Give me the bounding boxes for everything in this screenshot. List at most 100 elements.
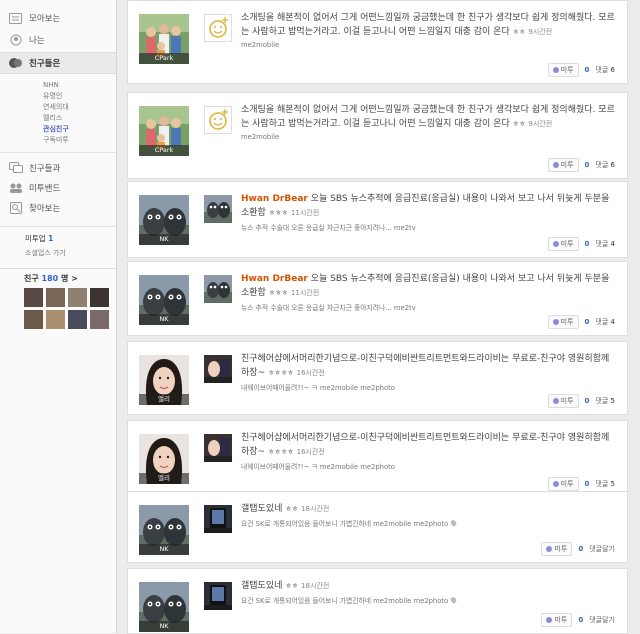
metoo-count[interactable]: 0 bbox=[585, 240, 590, 248]
comment-link[interactable]: 댓글 6 bbox=[595, 65, 615, 75]
friend-group-item[interactable]: 관심친구 bbox=[43, 124, 116, 135]
metoo-icon bbox=[552, 162, 559, 168]
friends-count: 180 bbox=[41, 274, 59, 283]
friend-group-item[interactable]: 유명인 bbox=[43, 91, 116, 102]
post-time[interactable]: 11시간전 bbox=[291, 209, 319, 217]
phone-icon[interactable] bbox=[204, 505, 232, 533]
post-time[interactable]: 18시간전 bbox=[301, 582, 329, 590]
comment-label: 댓글 bbox=[595, 397, 609, 405]
avatar[interactable]: CPark bbox=[139, 106, 189, 156]
friend-thumbnail[interactable] bbox=[90, 288, 109, 307]
friends-box: 친구 180 명 > bbox=[0, 268, 116, 337]
comment-link[interactable]: 댓글 4 bbox=[595, 239, 615, 249]
post-actions: 미투 0 댓글 6 bbox=[547, 63, 615, 77]
nav-item-1-nav2[interactable]: 미투밴드 bbox=[0, 178, 116, 198]
post-author[interactable]: Hwan DrBear bbox=[241, 274, 308, 284]
post-emoticon: ㅎㅎ bbox=[512, 28, 526, 36]
metoo-button[interactable]: 미투 bbox=[547, 477, 579, 491]
nav-item-0-nav[interactable]: 모아보는 bbox=[0, 8, 116, 28]
phone-icon[interactable] bbox=[204, 582, 232, 610]
avatar[interactable]: CPark bbox=[139, 14, 189, 64]
post-meta-text[interactable]: 요건 SK로 개통되어있음 들어보니 가볍긴하네 me2mobile me2ph… bbox=[241, 597, 448, 605]
post-meta-text[interactable]: 요건 SK로 개통되어있음 들어보니 가볍긴하네 me2mobile me2ph… bbox=[241, 520, 448, 528]
comment-link[interactable]: 댓글달기 bbox=[589, 544, 615, 554]
metoo-count[interactable]: 0 bbox=[585, 318, 590, 326]
post-meta-text[interactable]: 뉴스 추적 수술대 오른 응급실 차근차근 좋아지려나... me2tv bbox=[241, 304, 416, 312]
friend-thumbnail[interactable] bbox=[68, 310, 87, 329]
friend-group-item[interactable]: 연세의대 bbox=[43, 102, 116, 113]
post-time[interactable]: 9시간전 bbox=[528, 28, 552, 36]
friends-label: 친구 bbox=[24, 274, 39, 283]
metoo-label: 미투 bbox=[560, 66, 574, 74]
metoo-count[interactable]: 0 bbox=[585, 480, 590, 488]
feed-post: CPark 소개팅을 해본적이 없어서 그게 어떤느낌일까 궁금했는데 한 친구가… bbox=[127, 92, 628, 179]
me2up-sub-link[interactable]: 소셜업스 가기 bbox=[25, 248, 116, 258]
nav-item-2-nav2[interactable]: 찾아보는 bbox=[0, 198, 116, 218]
nav-item-2-nav[interactable]: 친구들은 bbox=[0, 52, 116, 74]
friend-group-item[interactable]: NHN bbox=[43, 80, 116, 91]
metoo-button[interactable]: 미투 bbox=[547, 394, 579, 408]
avatar[interactable]: 엘리 bbox=[139, 355, 189, 405]
post-time[interactable]: 16시간전 bbox=[297, 448, 325, 456]
post-meta-text[interactable]: me2mobile bbox=[241, 41, 279, 49]
avatar[interactable]: 엘리 bbox=[139, 434, 189, 484]
post-meta-text[interactable]: 뉴스 추적 수술대 오른 응급실 차근차근 좋아지려나... me2tv bbox=[241, 224, 416, 232]
friend-thumbnail[interactable] bbox=[24, 288, 43, 307]
chat-icon bbox=[8, 162, 23, 175]
feed-post: NK 갤탭도있네 ㅎㅎ 18시간전 요건 SK로 개통되어있음 들어보니 가볍긴하네… bbox=[127, 568, 628, 634]
post-actions: 미투 0 댓글 6 bbox=[547, 158, 615, 172]
post-time[interactable]: 11시간전 bbox=[291, 289, 319, 297]
avatar[interactable]: NK bbox=[139, 275, 189, 325]
friend-group-item[interactable]: 구독미투 bbox=[43, 135, 116, 146]
smiley-icon[interactable] bbox=[204, 14, 232, 42]
location-pin-icon[interactable] bbox=[449, 596, 458, 604]
comment-link[interactable]: 댓글 5 bbox=[595, 396, 615, 406]
nav-item-0-nav2[interactable]: 친구들과 bbox=[0, 158, 116, 178]
avatar[interactable]: NK bbox=[139, 582, 189, 632]
avatar[interactable]: NK bbox=[139, 195, 189, 245]
friend-thumbnail[interactable] bbox=[24, 310, 43, 329]
metoo-count[interactable]: 0 bbox=[585, 397, 590, 405]
statues-icon[interactable] bbox=[204, 275, 232, 303]
woman-icon[interactable] bbox=[204, 355, 232, 383]
me2up-section[interactable]: 미투업 1 소셜업스 가기 bbox=[0, 227, 116, 262]
smiley-icon[interactable] bbox=[204, 106, 232, 134]
post-meta-text[interactable]: me2mobile bbox=[241, 133, 279, 141]
friend-group-item[interactable]: 멜리스 bbox=[43, 113, 116, 124]
statues-icon[interactable] bbox=[204, 195, 232, 223]
metoo-count[interactable]: 0 bbox=[578, 545, 583, 553]
friend-thumbnail[interactable] bbox=[46, 288, 65, 307]
metoo-button[interactable]: 미투 bbox=[547, 63, 579, 77]
location-pin-icon[interactable] bbox=[449, 519, 458, 527]
nav-item-1-nav[interactable]: 나는 bbox=[0, 30, 116, 50]
comment-link[interactable]: 댓글달기 bbox=[589, 615, 615, 625]
metoo-button[interactable]: 미투 bbox=[547, 315, 579, 329]
metoo-button[interactable]: 미투 bbox=[541, 613, 573, 627]
comment-link[interactable]: 댓글 4 bbox=[595, 317, 615, 327]
metoo-button[interactable]: 미투 bbox=[541, 542, 573, 556]
avatar[interactable]: NK bbox=[139, 505, 189, 555]
chevron-right-icon: > bbox=[71, 274, 78, 283]
comment-link[interactable]: 댓글 5 bbox=[595, 479, 615, 489]
post-meta-text[interactable]: 내웨이브어때어울려?!~ ㅋ me2mobile me2photo bbox=[241, 384, 395, 392]
comment-label: 댓글 bbox=[595, 240, 609, 248]
friend-thumbnail[interactable] bbox=[46, 310, 65, 329]
feed-post: NK Hwan DrBear 오늘 SBS 뉴스추적에 응급진료(응급실) 내용이… bbox=[127, 261, 628, 336]
friend-thumbnail[interactable] bbox=[90, 310, 109, 329]
metoo-count[interactable]: 0 bbox=[585, 161, 590, 169]
metoo-count[interactable]: 0 bbox=[578, 616, 583, 624]
post-meta-text[interactable]: 내웨이브어때어울려?!~ ㅋ me2mobile me2photo bbox=[241, 463, 395, 471]
metoo-button[interactable]: 미투 bbox=[547, 237, 579, 251]
post-author[interactable]: Hwan DrBear bbox=[241, 194, 308, 204]
comment-link[interactable]: 댓글 6 bbox=[595, 160, 615, 170]
post-time[interactable]: 18시간전 bbox=[301, 505, 329, 513]
avatar-name: NK bbox=[139, 234, 189, 245]
post-time[interactable]: 16시간전 bbox=[297, 369, 325, 377]
post-time[interactable]: 9시간전 bbox=[528, 120, 552, 128]
metoo-button[interactable]: 미투 bbox=[547, 158, 579, 172]
post-actions: 미투 0 댓글달기 bbox=[541, 542, 615, 556]
metoo-count[interactable]: 0 bbox=[585, 66, 590, 74]
woman-icon[interactable] bbox=[204, 434, 232, 462]
friend-thumbnail[interactable] bbox=[68, 288, 87, 307]
friends-title[interactable]: 친구 180 명 > bbox=[0, 269, 116, 284]
